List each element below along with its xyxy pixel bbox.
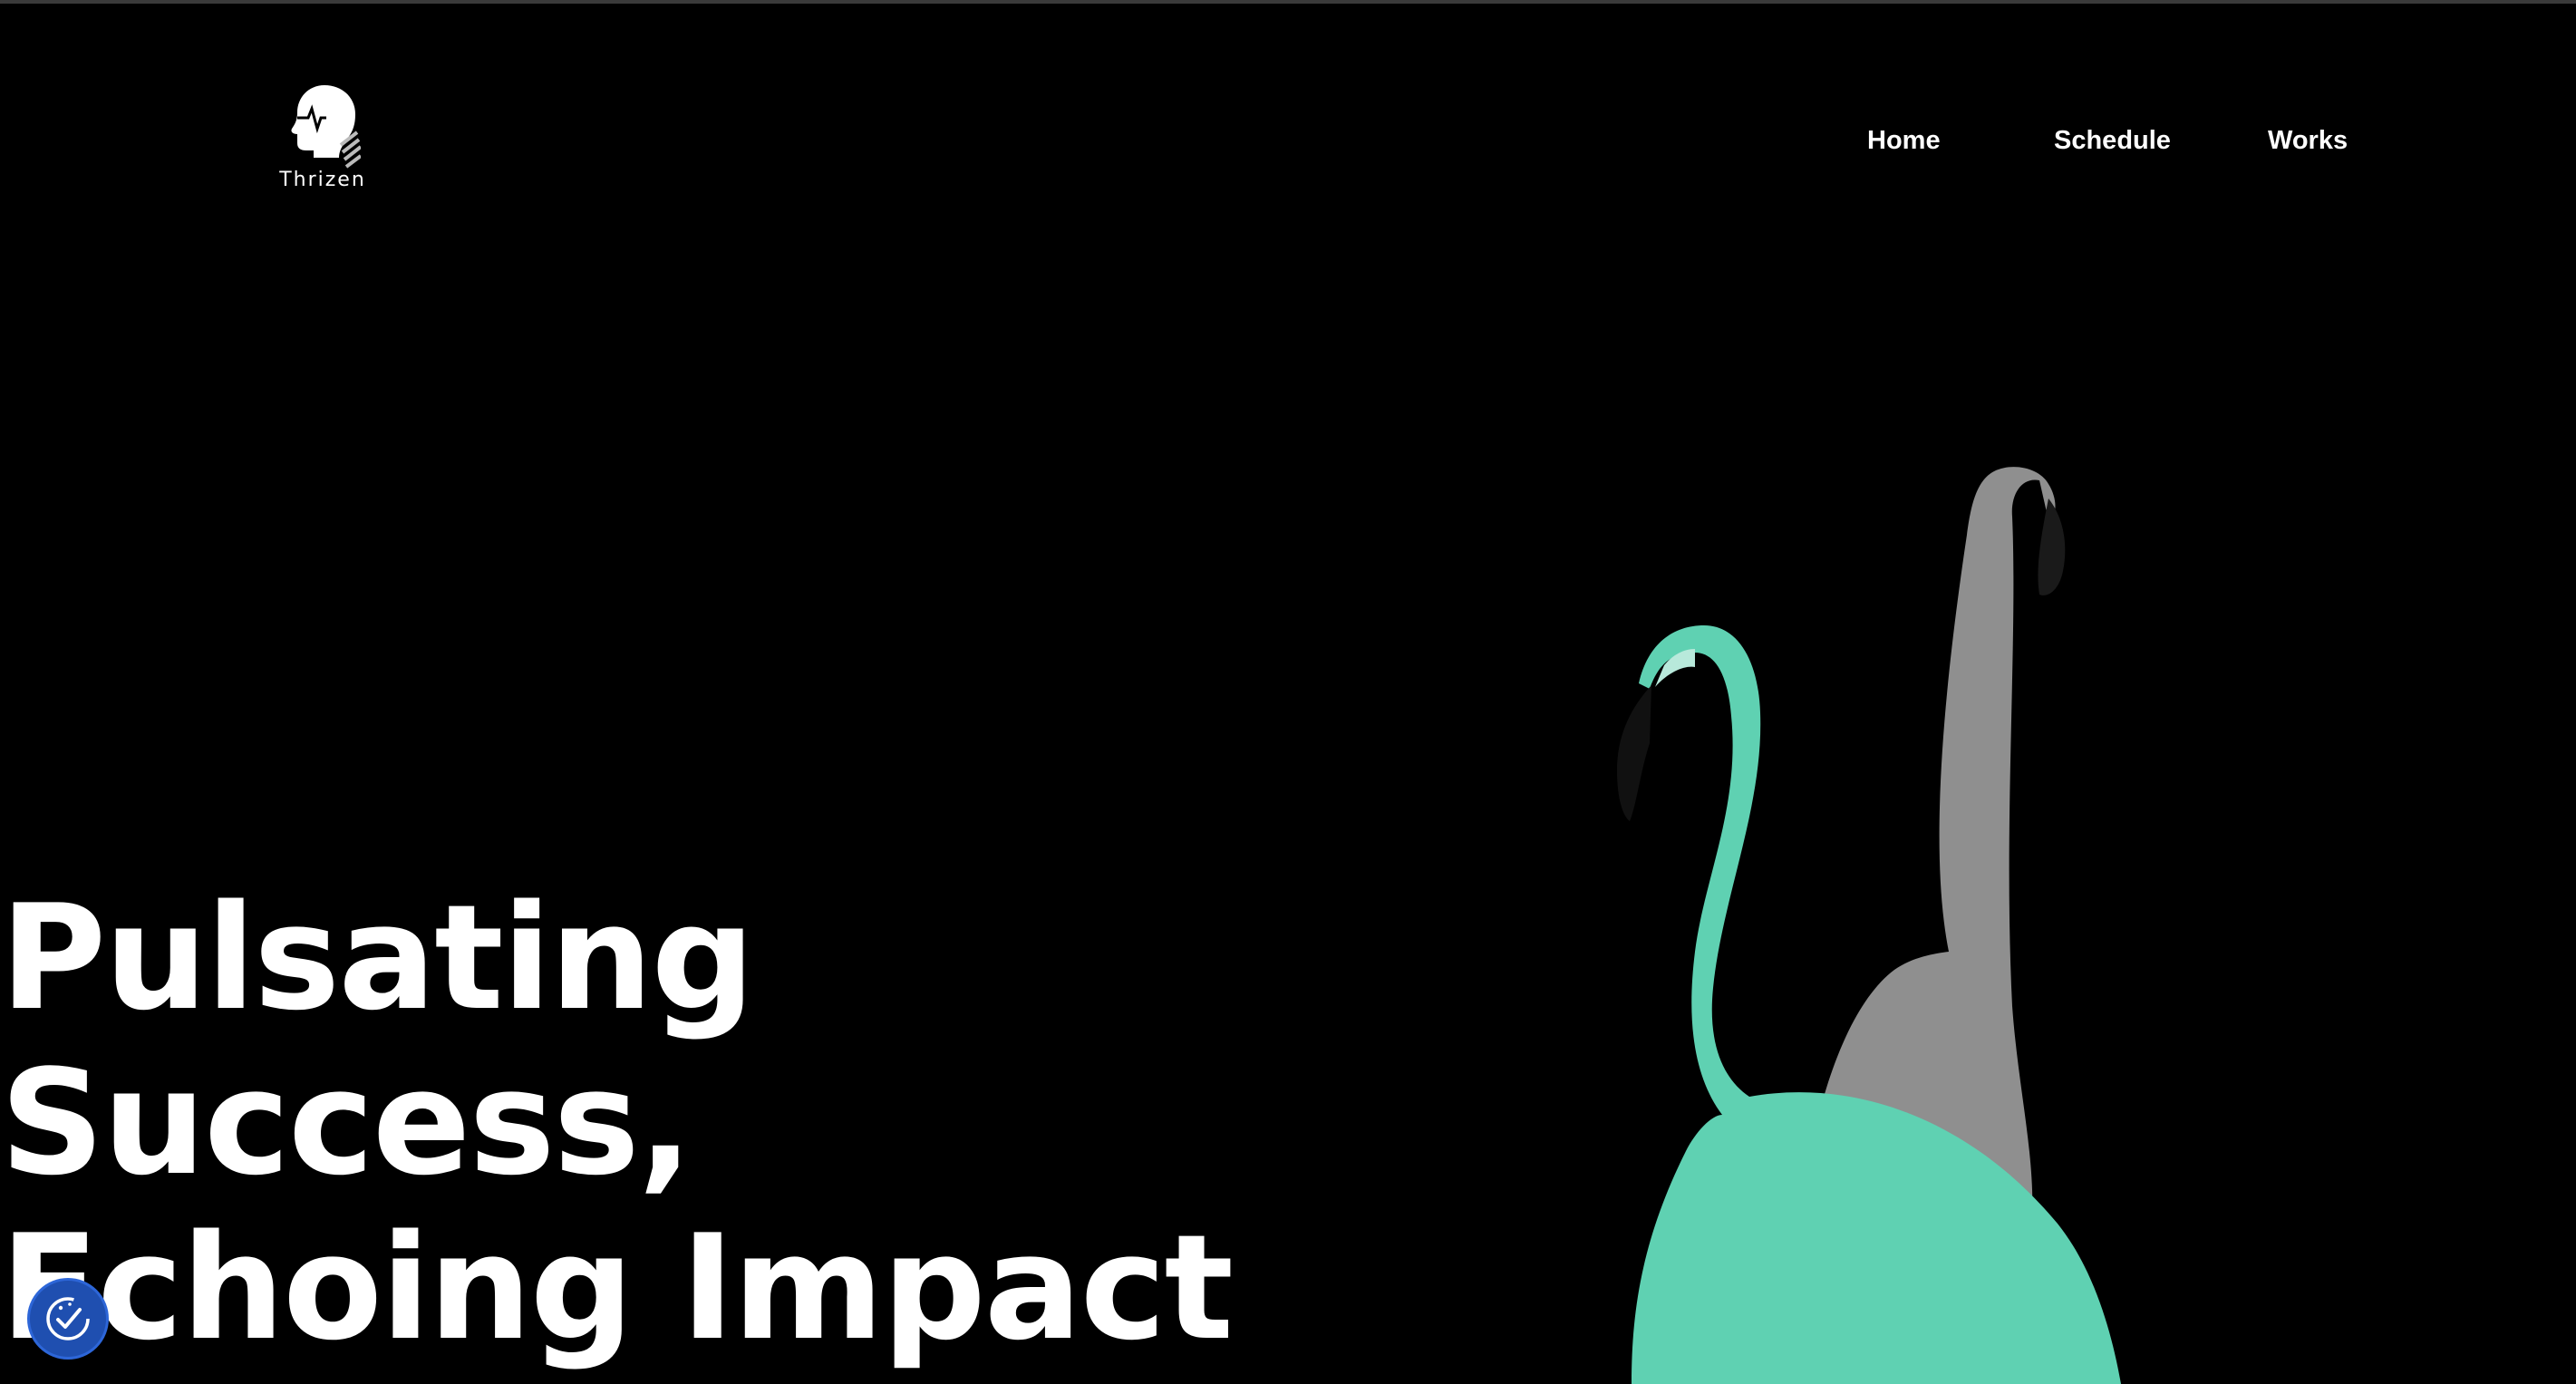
hero-title: Pulsating Success, Echoing Impact	[0, 873, 1234, 1372]
browser-top-edge	[0, 0, 2576, 4]
cookie-consent-button[interactable]	[27, 1278, 109, 1360]
brand-logo[interactable]: Thrizen	[279, 82, 366, 199]
page: Thrizen Home Schedule Works Pulsating Su…	[0, 0, 2576, 1384]
brand-name: Thrizen	[279, 169, 366, 191]
cookie-check-icon	[46, 1297, 90, 1340]
nav-home-link[interactable]: Home	[1867, 121, 1941, 160]
nav-works-link[interactable]: Works	[2268, 121, 2348, 160]
hero-title-line-2: Success,	[0, 1038, 693, 1207]
head-idea-icon	[291, 85, 361, 169]
hero-title-line-1: Pulsating	[0, 873, 755, 1042]
hero-title-line-3: Echoing Impact	[0, 1203, 1234, 1372]
nav-schedule-link[interactable]: Schedule	[2054, 121, 2171, 160]
flamingos-illustration	[1617, 467, 2121, 1384]
